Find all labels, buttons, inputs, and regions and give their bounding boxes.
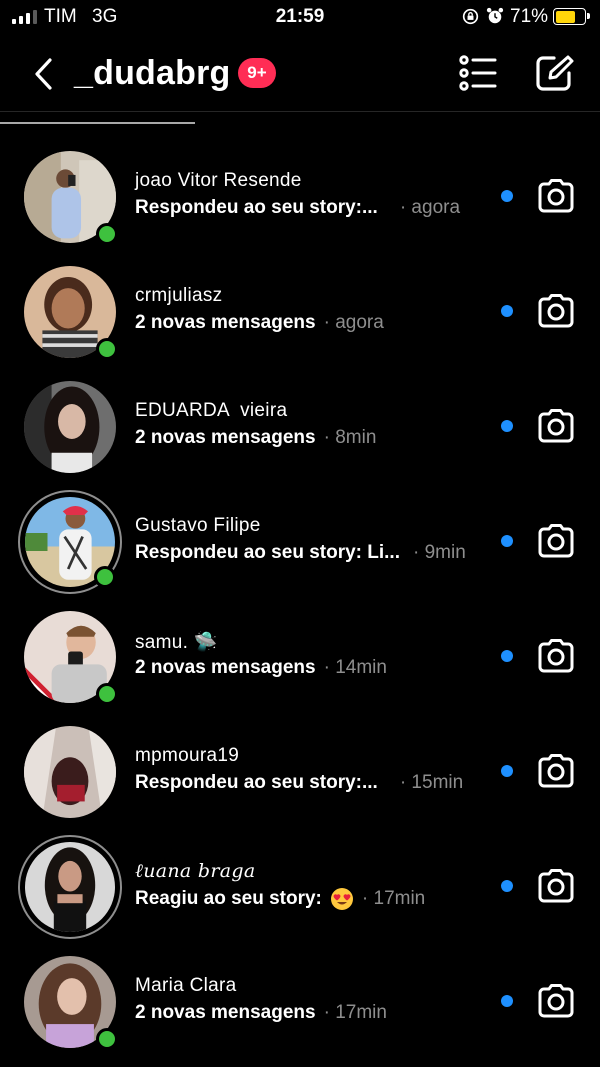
contact-name: mpmoura19 xyxy=(135,745,240,766)
online-indicator xyxy=(96,338,118,360)
contact-name: Maria Clara xyxy=(135,975,237,996)
profile-photo-icon xyxy=(24,381,116,473)
conversation-row[interactable]: samu. 🛸 2 novas mensagens · 14min xyxy=(0,598,600,713)
conversation-list: joao Vitor Resende Respondeu ao seu stor… xyxy=(0,138,600,1058)
contact-name: crmjuliasz xyxy=(135,285,223,306)
status-bar: TIM 3G 21:59 71% xyxy=(0,0,600,34)
camera-icon[interactable] xyxy=(537,408,575,444)
message-time: · agora xyxy=(323,312,384,333)
avatar-story-ring[interactable] xyxy=(18,835,122,939)
message-time: · 9min xyxy=(413,542,466,563)
contact-name: Gustavo Filipe xyxy=(135,515,261,536)
message-preview: 2 novas mensagens · 14min xyxy=(135,657,387,679)
message-time: · 15min xyxy=(399,772,464,793)
profile-photo-icon xyxy=(24,726,116,818)
unread-dot xyxy=(501,765,513,777)
camera-icon[interactable] xyxy=(537,983,575,1019)
avatar-story-ring[interactable] xyxy=(18,490,122,594)
rotation-lock-icon xyxy=(462,8,479,25)
message-preview: 2 novas mensagens · 8min xyxy=(135,427,376,449)
preview-text: 2 novas mensagens xyxy=(135,1002,316,1023)
conversation-row[interactable]: EDUARDA vieira 2 novas mensagens · 8min xyxy=(0,368,600,483)
avatar[interactable] xyxy=(24,956,118,1050)
camera-icon[interactable] xyxy=(537,638,575,674)
online-indicator xyxy=(96,1028,118,1050)
message-preview: 2 novas mensagens · 17min xyxy=(135,1002,387,1024)
online-indicator xyxy=(96,223,118,245)
camera-icon[interactable] xyxy=(537,868,575,904)
message-preview: Reagiu ao seu story: · 17min xyxy=(135,887,425,911)
heart-eyes-emoji-icon xyxy=(330,888,353,910)
conversation-row[interactable]: mpmoura19 Respondeu ao seu story:... · 1… xyxy=(0,713,600,828)
chevron-left-icon[interactable] xyxy=(28,54,58,94)
conversation-row[interactable]: Maria Clara 2 novas mensagens · 17min xyxy=(0,943,600,1058)
battery-icon xyxy=(553,8,590,25)
message-time: · 17min xyxy=(323,1002,387,1023)
unread-dot xyxy=(501,305,513,317)
contact-name: joao Vitor Resende xyxy=(135,170,302,191)
message-preview: Respondeu ao seu story:... · agora xyxy=(135,197,460,219)
avatar[interactable] xyxy=(24,266,118,360)
notification-badge: 9+ xyxy=(238,58,276,88)
avatar[interactable] xyxy=(24,381,116,473)
conversation-row[interactable]: crmjuliasz 2 novas mensagens · agora xyxy=(0,253,600,368)
message-time: · agora xyxy=(399,197,461,218)
avatar[interactable] xyxy=(24,611,118,705)
preview-text: 2 novas mensagens xyxy=(135,427,316,448)
online-indicator xyxy=(96,683,118,705)
compose-icon[interactable] xyxy=(535,54,575,92)
message-preview: Respondeu ao seu story:... · 15min xyxy=(135,772,463,794)
unread-dot xyxy=(501,420,513,432)
message-preview: 2 novas mensagens · agora xyxy=(135,312,384,334)
camera-icon[interactable] xyxy=(537,293,575,329)
header: _dudabrg 9+ xyxy=(0,44,600,104)
message-time: · 17min xyxy=(361,888,426,909)
profile-photo-icon xyxy=(25,842,115,932)
conversation-row[interactable]: joao Vitor Resende Respondeu ao seu stor… xyxy=(0,138,600,253)
preview-text: 2 novas mensagens xyxy=(135,657,316,678)
unread-dot xyxy=(501,880,513,892)
preview-text: Respondeu ao seu story: Li... xyxy=(135,542,400,563)
preview-text: 2 novas mensagens xyxy=(135,312,316,333)
camera-icon[interactable] xyxy=(537,753,575,789)
conversation-row[interactable]: Gustavo Filipe Respondeu ao seu story: L… xyxy=(0,483,600,598)
battery-percent: 71% xyxy=(510,6,549,27)
avatar[interactable] xyxy=(24,151,118,245)
conversation-row[interactable]: ℓuana braga Reagiu ao seu story: · 17min xyxy=(0,828,600,943)
unread-dot xyxy=(501,190,513,202)
unread-dot xyxy=(501,650,513,662)
preview-text: Reagiu ao seu story: xyxy=(135,888,322,909)
message-time: · 8min xyxy=(323,427,377,448)
contact-name: ℓuana braga xyxy=(135,860,256,882)
avatar[interactable] xyxy=(24,726,116,818)
header-divider xyxy=(0,111,600,112)
list-icon[interactable] xyxy=(458,54,498,92)
preview-text: Respondeu ao seu story:... xyxy=(135,197,378,218)
contact-name: EDUARDA vieira xyxy=(135,400,288,421)
preview-text: Respondeu ao seu story:... xyxy=(135,772,378,793)
camera-icon[interactable] xyxy=(537,178,575,214)
contact-name: samu. 🛸 xyxy=(135,632,218,653)
camera-icon[interactable] xyxy=(537,523,575,559)
online-indicator xyxy=(94,566,116,588)
alarm-icon xyxy=(486,7,504,24)
message-time: · 14min xyxy=(323,657,387,678)
unread-dot xyxy=(501,535,513,547)
tab-indicator xyxy=(0,122,195,124)
account-title[interactable]: _dudabrg xyxy=(74,54,231,93)
unread-dot xyxy=(501,995,513,1007)
message-preview: Respondeu ao seu story: Li... · 9min xyxy=(135,542,466,564)
